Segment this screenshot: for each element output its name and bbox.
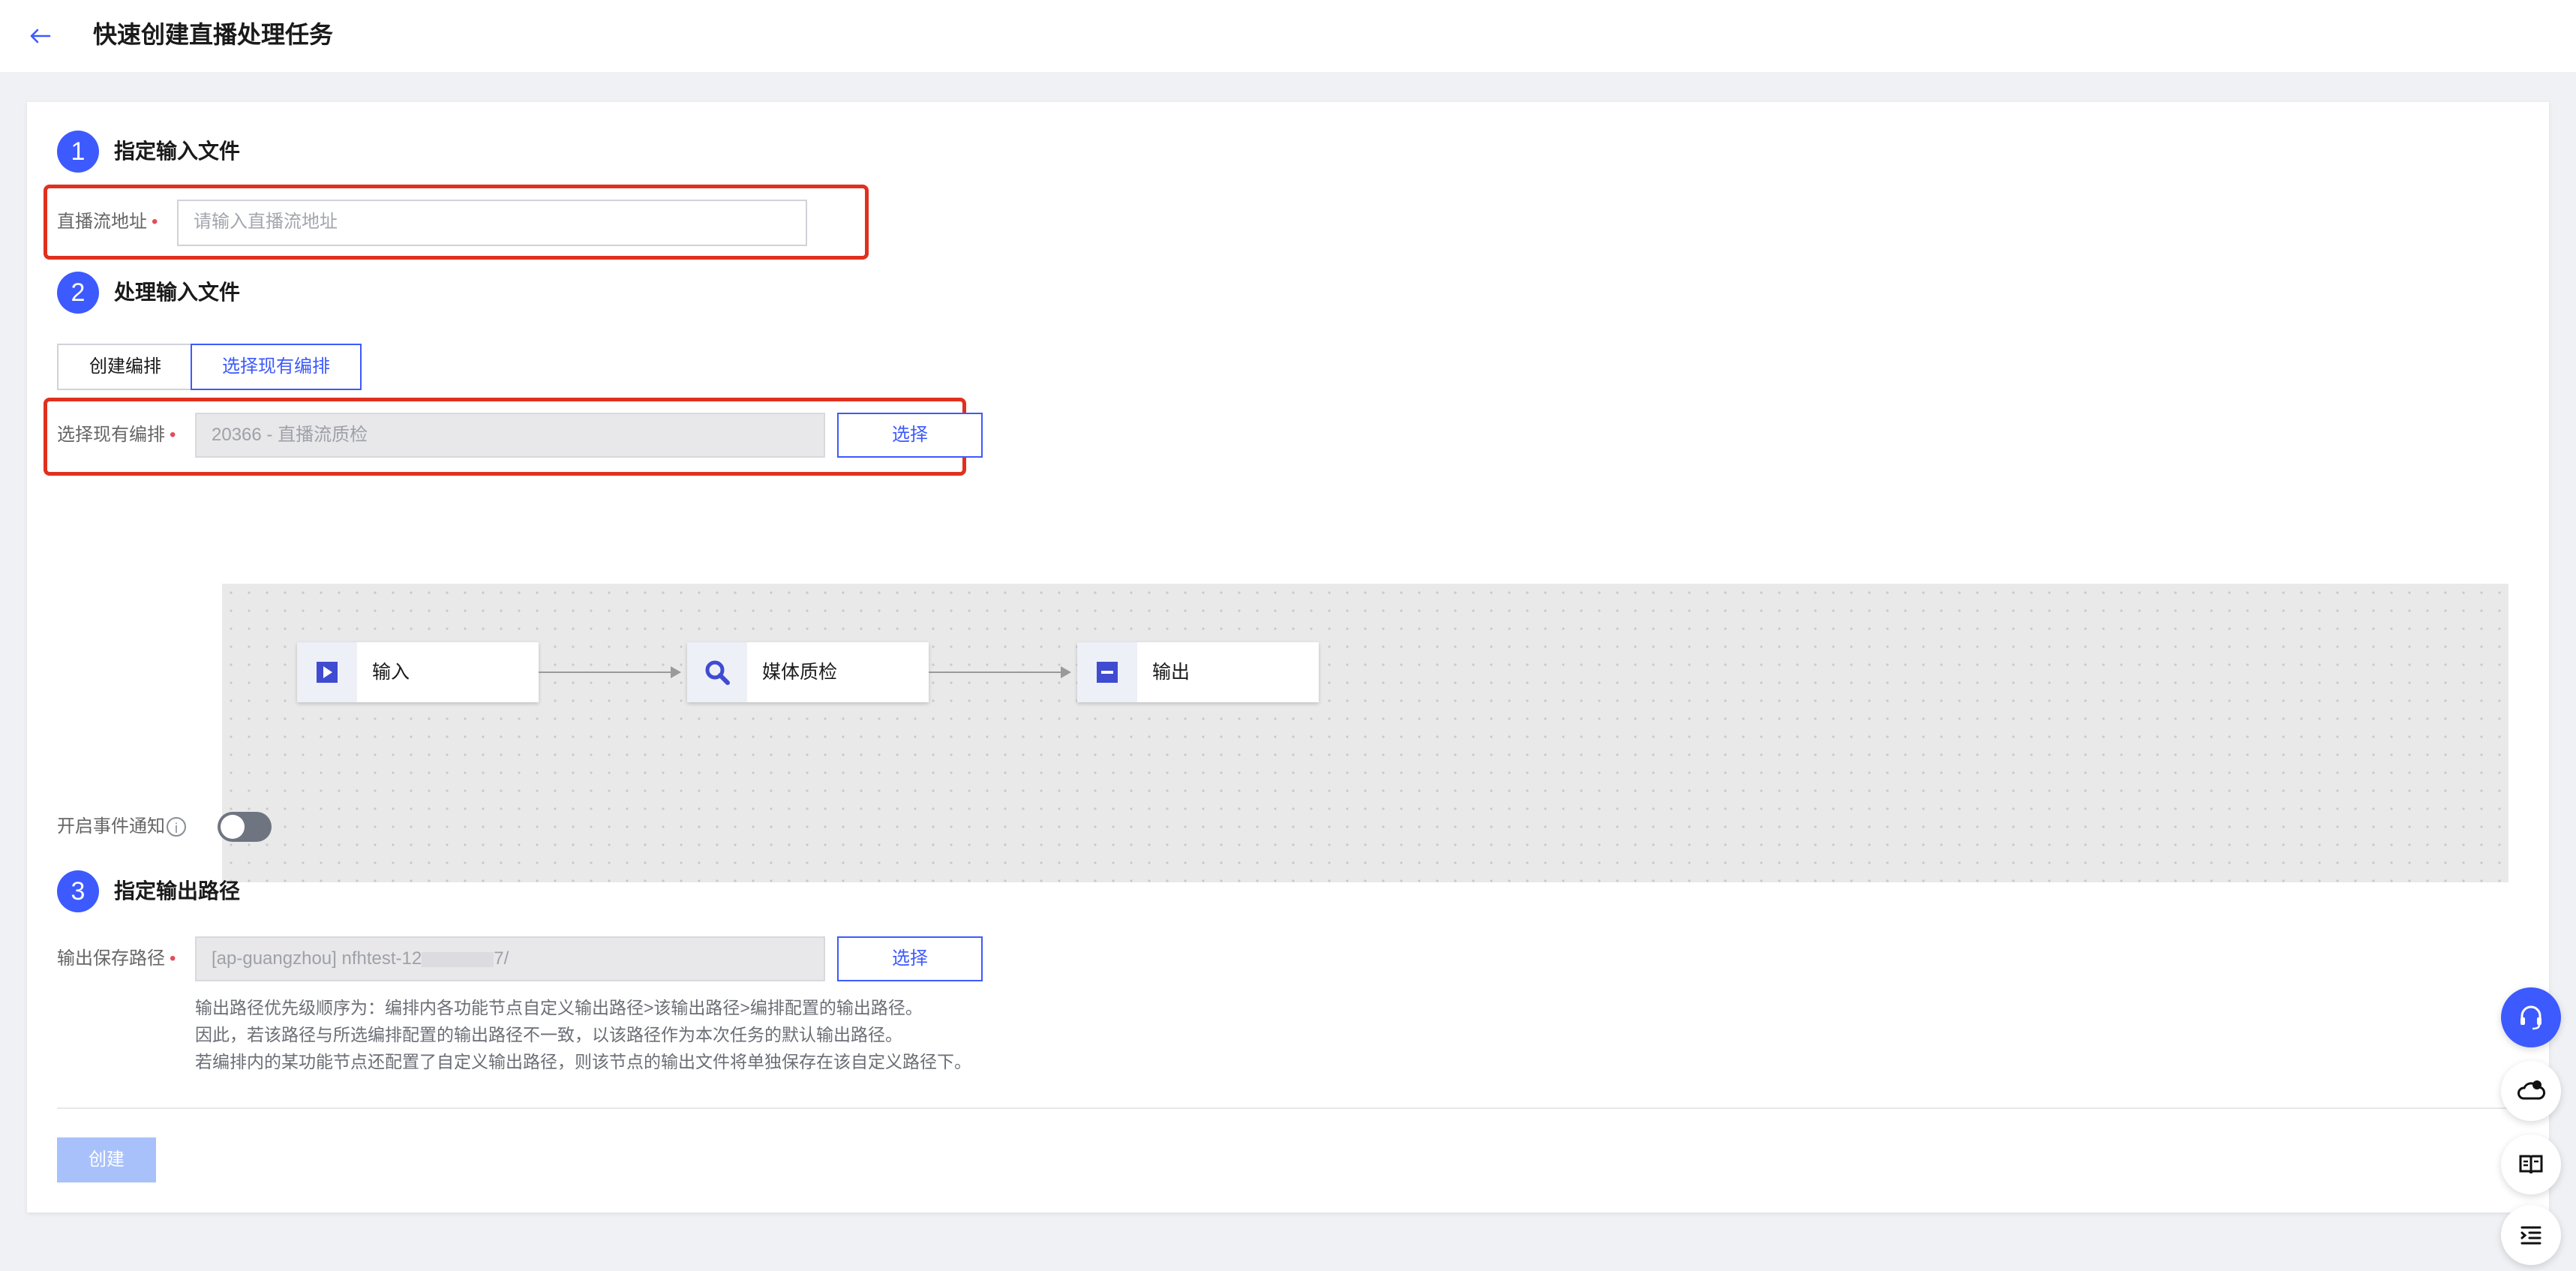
- flow-node-label: 输出: [1152, 662, 1190, 683]
- outline-button[interactable]: [2501, 1205, 2561, 1265]
- flow-edge: [929, 672, 1061, 673]
- toggle-knob: [221, 815, 245, 839]
- flow-node-quality-check[interactable]: 媒体质检: [687, 642, 929, 702]
- output-note-line: 输出路径优先级顺序为：编排内各功能节点自定义输出路径>该输出路径>编排配置的输出…: [195, 998, 923, 1017]
- arrow-head-icon: [1061, 666, 1071, 678]
- info-icon[interactable]: i: [167, 817, 186, 837]
- divider: [57, 1107, 2525, 1109]
- tab-select-existing-orchestration[interactable]: 选择现有编排: [191, 344, 362, 390]
- cloud-notification-button[interactable]: [2501, 1061, 2561, 1121]
- orchestration-value-field: 20366 - 直播流质检: [195, 413, 825, 458]
- flow-node-label: 输入: [372, 662, 410, 683]
- step-2-badge: 2: [57, 272, 99, 314]
- page-title: 快速创建直播处理任务: [93, 21, 334, 48]
- book-icon: [2519, 1155, 2543, 1174]
- top-bar: 快速创建直播处理任务: [0, 0, 2576, 72]
- output-icon: [1077, 642, 1137, 702]
- event-notification-label: 开启事件通知: [57, 816, 165, 837]
- flow-edge: [539, 672, 671, 673]
- arrow-head-icon: [671, 666, 681, 678]
- orchestration-canvas[interactable]: 输入 媒体质检 输出: [222, 584, 2508, 882]
- step-3-title: 指定输出路径: [114, 879, 241, 903]
- support-button[interactable]: [2501, 987, 2561, 1047]
- step-1-title: 指定输入文件: [114, 140, 241, 163]
- event-notification-toggle[interactable]: [218, 812, 272, 842]
- list-icon: [2520, 1226, 2541, 1245]
- headset-icon: [2520, 1005, 2541, 1030]
- step-3-badge: 3: [57, 870, 99, 912]
- output-path-label: 输出保存路径 •: [57, 948, 176, 969]
- search-icon: [687, 642, 747, 702]
- play-icon: [297, 642, 357, 702]
- stream-url-label: 直播流地址 •: [57, 212, 158, 232]
- output-note-line: 若编排内的某功能节点还配置了自定义输出路径，则该节点的输出文件将单独保存在该自定…: [195, 1052, 971, 1071]
- cloud-bell-icon: [2517, 1080, 2546, 1100]
- select-orchestration-label: 选择现有编排 •: [57, 425, 176, 445]
- tab-create-orchestration[interactable]: 创建编排: [57, 344, 194, 390]
- select-output-path-button[interactable]: 选择: [837, 936, 983, 981]
- flow-node-output[interactable]: 输出: [1077, 642, 1319, 702]
- flow-node-input[interactable]: 输入: [297, 642, 539, 702]
- redacted-mask: [422, 951, 494, 967]
- flow-node-label: 媒体质检: [762, 662, 838, 683]
- output-note-line: 因此，若该路径与所选编排配置的输出路径不一致，以该路径作为本次任务的默认输出路径…: [195, 1025, 902, 1044]
- step-1-badge: 1: [57, 131, 99, 173]
- form-card: 1 指定输入文件 直播流地址 • 请输入直播流地址 2 处理输入文件 创建编排 选…: [27, 102, 2549, 1212]
- create-button[interactable]: 创建: [57, 1137, 156, 1182]
- stream-url-input[interactable]: 请输入直播流地址: [177, 200, 807, 246]
- docs-button[interactable]: [2501, 1134, 2561, 1194]
- step-2-title: 处理输入文件: [114, 281, 241, 304]
- select-orchestration-button[interactable]: 选择: [837, 413, 983, 458]
- output-path-field: [ap-guangzhou] nfhtest-12 7/: [195, 936, 825, 981]
- arrow-left-icon[interactable]: [26, 21, 56, 51]
